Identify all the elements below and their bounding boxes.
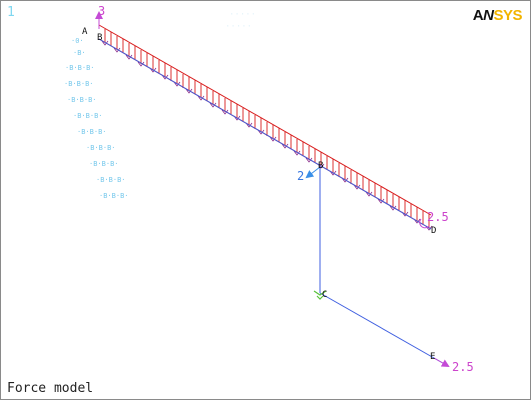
node-label-c: C xyxy=(322,290,327,300)
e-force-arrow xyxy=(433,357,450,367)
d-force-label: 2.5 xyxy=(427,210,449,224)
load-labels: 3 2.5 2.5 2 xyxy=(98,4,474,374)
distributed-load-top-edge xyxy=(98,24,432,216)
distributed-load-band xyxy=(98,24,433,231)
plot-title: Force model xyxy=(7,381,94,396)
frame-members xyxy=(98,38,449,367)
node-label-e: E xyxy=(430,352,435,362)
top-force-label: 3 xyxy=(98,4,105,18)
node-label-d: D xyxy=(431,226,436,236)
distributed-load-hatch xyxy=(104,29,430,228)
node-label-a-inner: B xyxy=(97,33,102,43)
member-a-d xyxy=(98,38,432,230)
node-label-b: B xyxy=(318,161,323,171)
model-scene: A B C D E B 3 2.5 2.5 2 xyxy=(82,4,474,374)
node-labels: A B C D E B xyxy=(82,27,436,362)
e-force-label: 2.5 xyxy=(452,360,474,374)
force-arrows xyxy=(95,11,450,367)
b-moment-label: 2 xyxy=(297,169,304,183)
graphics-window[interactable]: 1 ANSYS ····· ····· ·0· ·B· ·B·B·B· ·B·B… xyxy=(0,0,531,400)
node-label-a: A xyxy=(82,27,88,37)
member-c-e xyxy=(319,292,449,367)
